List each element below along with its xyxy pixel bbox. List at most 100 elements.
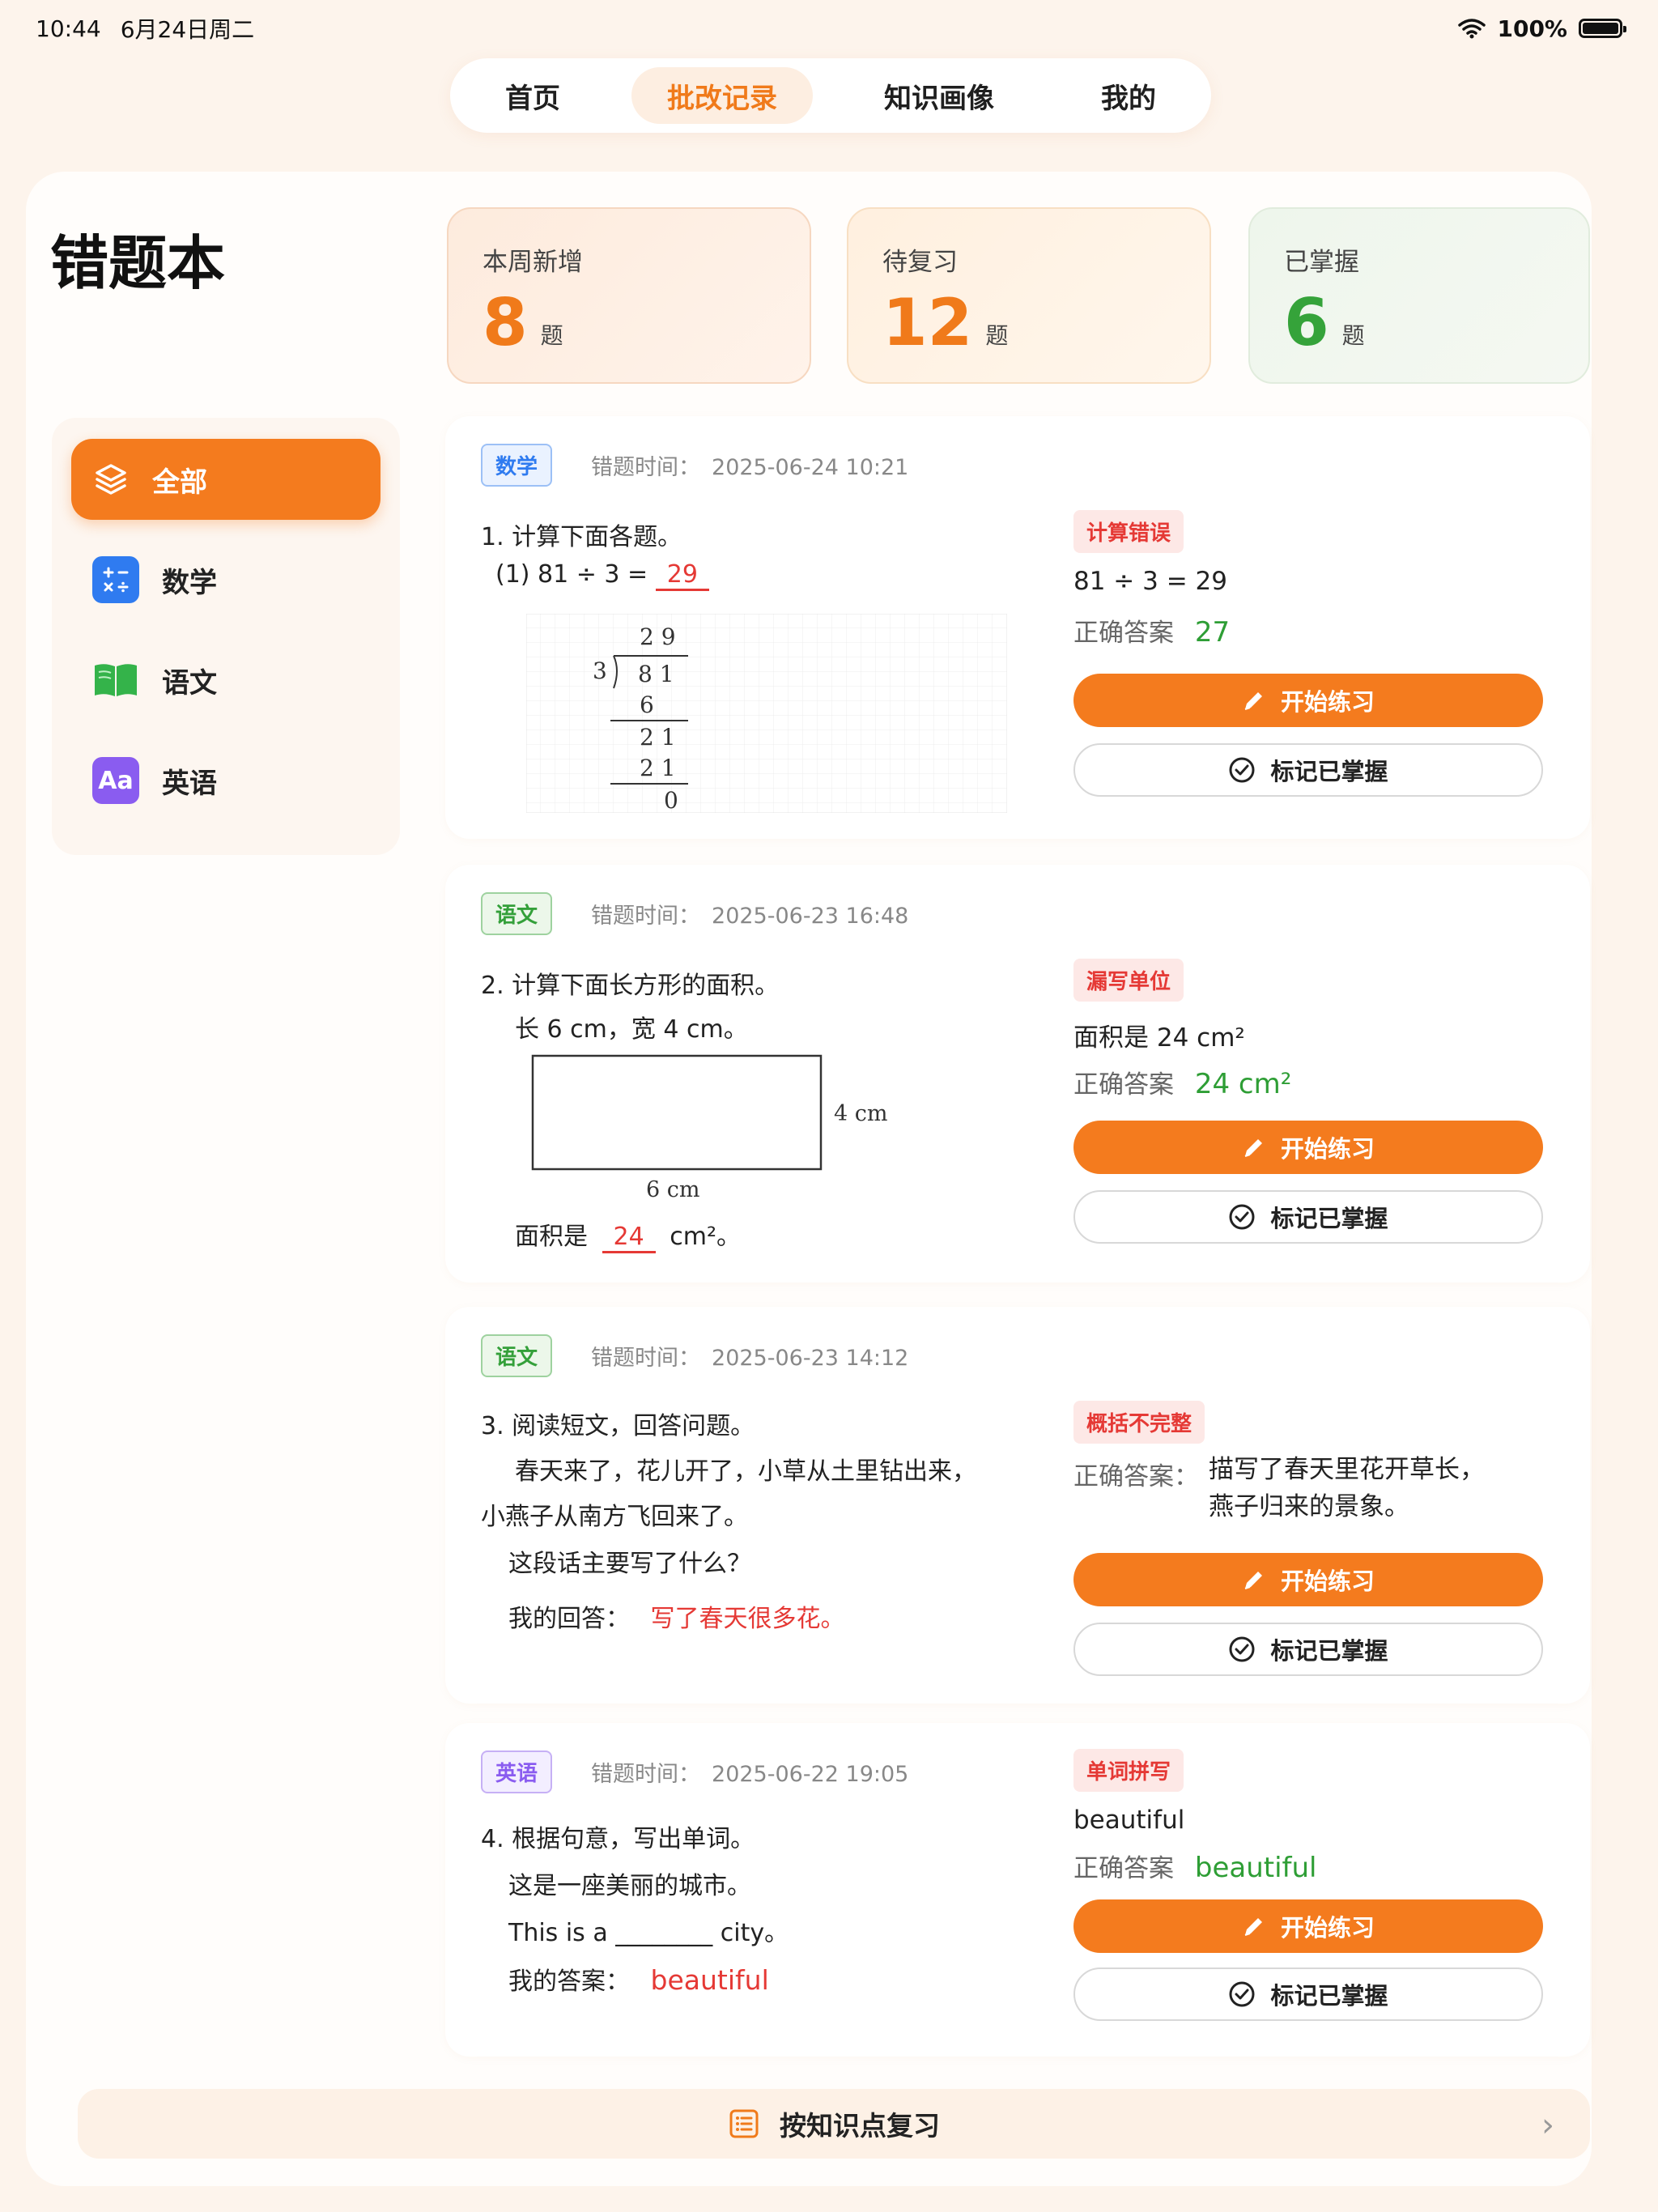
bottom-bar-label: 按知识点复习 (780, 2110, 940, 2142)
stat-value: 8 (483, 285, 528, 360)
stat-unit: 题 (540, 322, 563, 349)
svg-text:6: 6 (640, 691, 654, 718)
sidebar-item-chinese[interactable]: 语文 (71, 640, 380, 721)
error-type-badge: 计算错误 (1073, 510, 1184, 553)
student-answer: 24 (602, 1223, 656, 1253)
page-title: 错题本 (50, 229, 226, 297)
check-circle-icon (1229, 1981, 1255, 2007)
check-circle-icon (1229, 1204, 1255, 1230)
aa-icon: Aa (92, 757, 139, 804)
calculator-icon (92, 556, 139, 603)
sidebar-item-label: 数学 (162, 566, 217, 599)
stat-unit: 题 (985, 322, 1009, 349)
mistake-card-2: 语文 错题时间： 2025-06-23 16:48 2. 计算下面长方形的面积。 … (445, 865, 1590, 1283)
question-title: 1. 计算下面各题。 (481, 523, 682, 551)
check-circle-icon (1229, 1636, 1255, 1662)
svg-text:2 1: 2 1 (640, 755, 676, 781)
width-label: 6 cm (646, 1177, 700, 1198)
fill-blank-sentence: This is a ________ city。 (508, 1919, 789, 1947)
tab-knowledge-profile[interactable]: 知识画像 (848, 67, 1030, 124)
start-practice-button[interactable]: 开始练习 (1073, 1121, 1543, 1174)
start-practice-button[interactable]: 开始练习 (1073, 674, 1543, 727)
mark-mastered-button[interactable]: 标记已掌握 (1073, 1623, 1543, 1676)
mark-mastered-button[interactable]: 标记已掌握 (1073, 743, 1543, 797)
stat-mastered[interactable]: 已掌握 6 题 (1248, 207, 1590, 384)
svg-text:2 9: 2 9 (640, 623, 676, 650)
student-answer: beautiful (650, 1964, 769, 1996)
student-response: beautiful (1073, 1806, 1185, 1835)
start-practice-button[interactable]: 开始练习 (1073, 1553, 1543, 1606)
student-answer: 29 (655, 560, 709, 591)
stat-label: 本周新增 (483, 248, 583, 277)
mistake-time: 错题时间： 2025-06-22 19:05 (591, 1762, 909, 1787)
layers-icon (96, 464, 126, 495)
sidebar-item-label: 全部 (152, 466, 207, 499)
passage-line-1: 春天来了，花儿开了，小草从土里钻出来， (515, 1457, 976, 1486)
student-answer-line: 我的答案： beautiful (508, 1964, 769, 1996)
subject-tag-chinese: 语文 (481, 1334, 553, 1377)
chevron-right-icon: › (1541, 2107, 1554, 2144)
correct-answer: 正确答案 beautiful (1073, 1852, 1317, 1884)
question-text: 长 6 cm，宽 4 cm。 (515, 1015, 748, 1044)
error-type-badge: 漏写单位 (1073, 959, 1184, 1002)
sidebar-item-label: 语文 (162, 666, 217, 700)
mistake-card-1: 数学 错题时间： 2025-06-24 10:21 1. 计算下面各题。 (1) … (445, 416, 1590, 839)
start-practice-button[interactable]: 开始练习 (1073, 1899, 1543, 1953)
error-type-badge: 概括不完整 (1073, 1401, 1205, 1444)
subject-sidebar: 全部 数学 语文 Aa 英语 (52, 418, 400, 855)
student-answer-line: 我的回答： 写了春天很多花。 (508, 1605, 845, 1633)
sidebar-item-english[interactable]: Aa 英语 (71, 740, 380, 821)
battery-icon (1579, 19, 1626, 38)
review-by-knowledge-point-button[interactable]: 按知识点复习 › (78, 2089, 1590, 2159)
question-title: 2. 计算下面长方形的面积。 (481, 972, 780, 1000)
pencil-icon (1244, 1572, 1262, 1589)
correct-answer: 正确答案 27 (1073, 616, 1231, 649)
pencil-icon (1244, 1918, 1262, 1936)
question-text: 这是一座美丽的城市。 (508, 1872, 751, 1900)
svg-text:0: 0 (664, 787, 678, 813)
correct-answer: 正确答案 24 cm² (1073, 1068, 1292, 1100)
status-date: 6月24日周二 (120, 16, 255, 43)
svg-text:2 1: 2 1 (640, 724, 676, 751)
mark-mastered-button[interactable]: 标记已掌握 (1073, 1967, 1543, 2021)
student-response: 面积是 24 cm² (1073, 1023, 1245, 1053)
sidebar-item-all[interactable]: 全部 (71, 439, 380, 520)
stat-unit: 题 (1341, 322, 1365, 349)
handwritten-long-division: 2 9 3 8 1 6 2 1 2 1 0 (526, 614, 1007, 813)
subject-tag-chinese: 语文 (481, 892, 553, 935)
battery-level (1583, 23, 1618, 34)
list-icon (729, 2109, 759, 2138)
subject-tag-english: 英语 (481, 1750, 553, 1793)
stat-weekly-new[interactable]: 本周新增 8 题 (447, 207, 811, 384)
mistake-card-3: 语文 错题时间： 2025-06-23 14:12 3. 阅读短文，回答问题。 春… (445, 1307, 1590, 1704)
question-title: 4. 根据句意，写出单词。 (481, 1825, 755, 1853)
tab-correction-records[interactable]: 批改记录 (631, 67, 813, 124)
student-response: 81 ÷ 3 = 29 (1073, 567, 1227, 596)
pencil-icon (1244, 692, 1262, 710)
mistake-time: 错题时间： 2025-06-23 16:48 (591, 904, 909, 929)
rectangle-diagram: 4 cm 6 cm (531, 1054, 888, 1198)
student-answer-line: 面积是 24 cm²。 (515, 1216, 741, 1253)
book-icon (95, 664, 137, 696)
error-type-badge: 单词拼写 (1073, 1749, 1184, 1792)
tab-mine[interactable]: 我的 (1065, 67, 1192, 124)
status-bar: 10:44 6月24日周二 100% (0, 0, 1658, 57)
check-circle-icon (1229, 757, 1255, 783)
mark-mastered-button[interactable]: 标记已掌握 (1073, 1190, 1543, 1244)
top-nav: 首页 批改记录 知识画像 我的 (450, 58, 1211, 133)
sidebar-item-math[interactable]: 数学 (71, 539, 380, 620)
subject-tag-math: 数学 (481, 444, 553, 487)
stat-label: 待复习 (882, 248, 958, 277)
stat-pending-review[interactable]: 待复习 12 题 (847, 207, 1211, 384)
mistake-time: 错题时间： 2025-06-23 14:12 (591, 1346, 909, 1371)
mistake-card-4: 英语 错题时间： 2025-06-22 19:05 4. 根据句意，写出单词。 这… (445, 1723, 1590, 2057)
stat-value: 6 (1284, 285, 1329, 360)
passage-line-2: 小燕子从南方飞回来了。 (481, 1503, 748, 1531)
question-item: (1) 81 ÷ 3 = 29 (495, 560, 709, 591)
height-label: 4 cm (834, 1101, 888, 1126)
sidebar-item-label: 英语 (162, 767, 217, 800)
stat-label: 已掌握 (1284, 248, 1359, 277)
tab-home[interactable]: 首页 (470, 67, 596, 124)
status-time: 10:44 (36, 15, 101, 42)
mistake-time: 错题时间： 2025-06-24 10:21 (591, 455, 909, 480)
